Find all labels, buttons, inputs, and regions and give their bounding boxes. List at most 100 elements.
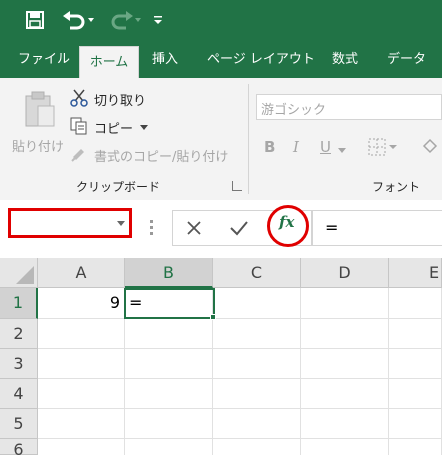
font-name-value: 游ゴシック [261,103,327,118]
paste-label: 貼り付け [12,140,65,155]
column-header-a[interactable]: A [38,258,125,288]
fill-handle[interactable] [210,314,216,320]
cut-icon [70,89,88,107]
cell-d3[interactable] [301,349,389,379]
paste-button[interactable]: 貼り付け [10,88,66,166]
copy-label: コピー [94,122,134,137]
row-header-4[interactable]: 4 [0,379,38,409]
column-header-c[interactable]: C [213,258,301,288]
select-all-icon [16,266,34,284]
cell-a6[interactable] [38,439,125,455]
name-box[interactable] [8,208,132,238]
cell-a2[interactable] [38,319,125,349]
ribbon-tabs: ファイル ホーム 挿入 ページ レイアウト 数式 データ [0,42,442,79]
chevron-down-icon [117,221,125,226]
cell-d2[interactable] [301,319,389,349]
cell-c6[interactable] [213,439,301,455]
column-header-d[interactable]: D [301,258,389,288]
tab-data[interactable]: データ [387,42,426,78]
font-group-label: フォント [372,180,421,194]
tab-file[interactable]: ファイル [18,42,70,78]
clipboard-group-label: クリップボード [76,180,161,194]
clipboard-dialog-launcher[interactable] [232,181,242,191]
cell-a1[interactable]: 9 [38,288,125,319]
row-header-2[interactable]: 2 [0,319,38,349]
customize-qat-button[interactable] [150,6,166,34]
cell-d1[interactable] [301,288,389,319]
fill-color-button[interactable] [420,136,442,158]
cell-c3[interactable] [213,349,301,379]
redo-button[interactable] [104,6,144,34]
row-header-3[interactable]: 3 [0,349,38,379]
bold-button[interactable]: B [264,138,275,156]
undo-icon [63,11,94,30]
cell-e5[interactable] [389,409,442,439]
enter-button[interactable] [229,219,249,239]
tab-home[interactable]: ホーム [79,46,139,79]
font-name-box[interactable]: 游ゴシック [256,94,442,120]
format-painter-label: 書式のコピー/貼り付け [94,150,229,165]
save-icon [26,11,44,29]
borders-icon [368,138,397,156]
column-header-b[interactable]: B [125,258,213,288]
formula-bar: fx = [0,200,442,258]
chevron-down-icon [140,125,148,130]
cell-b3[interactable] [125,349,213,379]
italic-button[interactable]: I [293,138,299,156]
cell-c5[interactable] [213,409,301,439]
tab-insert[interactable]: 挿入 [152,42,178,78]
formula-input[interactable]: = [312,210,442,246]
customize-qat-icon [154,16,162,24]
borders-button[interactable] [368,138,398,158]
tab-page-layout[interactable]: ページ レイアウト [207,42,315,78]
cell-d4[interactable] [301,379,389,409]
quick-access-toolbar [0,0,442,42]
fill-color-icon [422,138,438,154]
row-header-6[interactable]: 6 [0,439,38,459]
chevron-down-icon [338,148,346,153]
copy-button[interactable]: コピー [70,116,160,138]
cut-label: 切り取り [94,94,147,109]
cell-c4[interactable] [213,379,301,409]
cancel-icon [187,221,201,235]
active-cell-border [124,288,215,319]
insert-function-icon: fx [279,213,295,231]
formula-bar-resize-handle[interactable] [150,220,154,236]
cell-b2[interactable] [125,319,213,349]
select-all-button[interactable] [0,258,38,288]
row-header-1[interactable]: 1 [0,288,38,319]
cell-d5[interactable] [301,409,389,439]
cell-e2[interactable] [389,319,442,349]
cut-button[interactable]: 切り取り [70,88,160,110]
cell-c1[interactable] [213,288,301,319]
column-header-e[interactable]: E [389,258,442,288]
cell-e3[interactable] [389,349,442,379]
group-separator [248,84,249,194]
cell-b4[interactable] [125,379,213,409]
save-button[interactable] [22,6,48,34]
format-painter-button[interactable]: 書式のコピー/貼り付け [70,144,240,166]
undo-button[interactable] [58,6,98,34]
formula-buttons-area: fx [172,205,312,247]
cancel-button[interactable] [185,219,205,239]
cell-b6[interactable] [125,439,213,455]
ribbon: 貼り付け 切り取り コピー 書式のコピー/貼り付け クリップボード 游ゴシック … [0,78,442,201]
row-header-5[interactable]: 5 [0,409,38,439]
cell-c2[interactable] [213,319,301,349]
tab-formulas[interactable]: 数式 [332,42,358,78]
worksheet-grid: A B C D E 1 2 3 4 5 6 9 = [0,258,442,459]
cell-e1[interactable] [389,288,442,319]
underline-button[interactable]: U [320,138,331,156]
paste-icon [25,91,55,127]
copy-icon [70,117,87,135]
cell-e4[interactable] [389,379,442,409]
insert-function-button[interactable]: fx [267,205,309,247]
cell-a4[interactable] [38,379,125,409]
cell-d6[interactable] [301,439,389,455]
cell-a3[interactable] [38,349,125,379]
cell-a5[interactable] [38,409,125,439]
cell-e6[interactable] [389,439,442,455]
cell-b5[interactable] [125,409,213,439]
redo-icon [111,11,141,30]
enter-icon [230,221,248,236]
